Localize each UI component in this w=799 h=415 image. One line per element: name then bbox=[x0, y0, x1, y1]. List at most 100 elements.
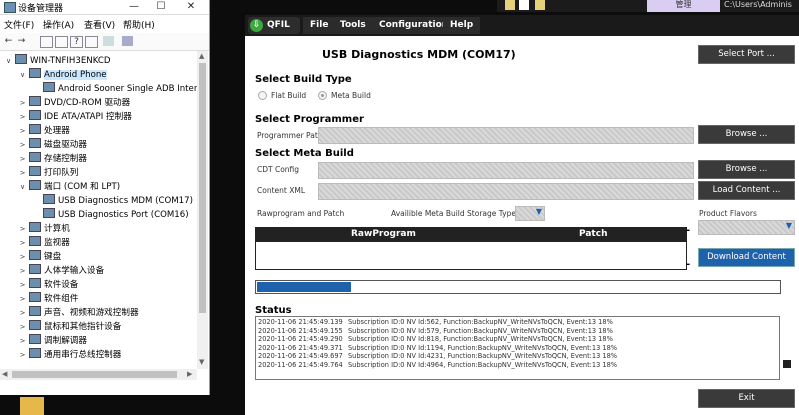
expand-toggle-icon[interactable]: ∨ bbox=[4, 54, 13, 68]
cdt-config-field[interactable] bbox=[318, 162, 694, 179]
storage-types-dropdown[interactable]: ▼ bbox=[515, 206, 545, 221]
meta-build-radio[interactable] bbox=[318, 91, 327, 100]
expand-toggle-icon[interactable]: > bbox=[18, 152, 27, 166]
menu-tools[interactable]: Tools bbox=[333, 17, 373, 34]
expand-toggle-icon[interactable]: ∨ bbox=[18, 68, 27, 82]
tree-item[interactable]: USB Diagnostics Port (COM16) bbox=[32, 208, 189, 222]
tree-item[interactable]: > 人体学输入设备 bbox=[18, 264, 104, 278]
scroll-left-icon[interactable]: ◀ bbox=[2, 370, 7, 378]
status-log[interactable]: 2020-11-06 21:45:49.139 Subscription ID:0… bbox=[255, 316, 780, 380]
tree-item[interactable]: > 处理器 bbox=[18, 124, 70, 138]
horizontal-scrollbar[interactable]: ◀ ▶ bbox=[0, 369, 197, 380]
expand-toggle-icon[interactable]: > bbox=[18, 278, 27, 292]
expand-toggle-icon[interactable]: > bbox=[18, 250, 27, 264]
programmer-path-field[interactable] bbox=[318, 127, 694, 144]
expand-toggle-icon[interactable]: > bbox=[18, 166, 27, 180]
tree-item-label: 打印队列 bbox=[44, 168, 79, 178]
browse-cdt-button[interactable]: Browse ... bbox=[698, 160, 795, 179]
flat-build-radio[interactable] bbox=[258, 91, 267, 100]
product-flavors-dropdown[interactable]: ▼ bbox=[698, 220, 795, 235]
expand-toggle-icon[interactable]: ∨ bbox=[18, 180, 27, 194]
properties-icon[interactable] bbox=[40, 36, 53, 48]
expand-toggle-icon[interactable]: > bbox=[18, 292, 27, 306]
expand-toggle-icon[interactable]: > bbox=[18, 96, 27, 110]
scroll-thumb[interactable] bbox=[12, 371, 177, 378]
folder-icon[interactable] bbox=[505, 0, 515, 10]
tree-item[interactable]: > 存储控制器 bbox=[18, 152, 87, 166]
load-content-button[interactable]: Load Content ... bbox=[698, 181, 795, 200]
view-icon[interactable] bbox=[85, 36, 98, 48]
menu-help[interactable]: 帮助(H) bbox=[123, 18, 155, 31]
scan-hardware-icon[interactable] bbox=[122, 36, 133, 46]
tree-item-label: 磁盘驱动器 bbox=[44, 140, 87, 150]
download-content-button[interactable]: Download Content bbox=[698, 248, 795, 267]
folder-icon[interactable] bbox=[20, 397, 44, 415]
expand-toggle-icon[interactable]: > bbox=[18, 236, 27, 250]
tree-item[interactable]: ∨ 端口 (COM 和 LPT) bbox=[18, 180, 120, 194]
tree-item[interactable]: > 磁盘驱动器 bbox=[18, 138, 87, 152]
content-xml-label: Content XML bbox=[257, 186, 305, 195]
tree-item[interactable]: > 键盘 bbox=[18, 250, 61, 264]
tree-item[interactable]: > 监视器 bbox=[18, 236, 70, 250]
maximize-button[interactable]: ☐ bbox=[150, 0, 172, 14]
expand-toggle-icon[interactable]: > bbox=[18, 124, 27, 138]
log-message: Subscription ID:0 NV Id:579, Function:Ba… bbox=[348, 326, 613, 335]
list-icon[interactable] bbox=[55, 36, 68, 48]
close-button[interactable]: ✕ bbox=[180, 0, 202, 14]
help-icon[interactable]: ? bbox=[70, 36, 83, 48]
remove-dash[interactable]: - bbox=[686, 259, 690, 270]
tree-item[interactable]: > 通用串行总线控制器 bbox=[18, 348, 121, 362]
select-port-button[interactable]: Select Port ... bbox=[698, 45, 795, 64]
manage-tab[interactable]: 管理 bbox=[647, 0, 720, 12]
expand-toggle-icon[interactable]: > bbox=[18, 264, 27, 278]
scroll-up-icon[interactable]: ▲ bbox=[199, 52, 204, 60]
menu-action[interactable]: 操作(A) bbox=[43, 18, 74, 31]
tree-item[interactable]: > DVD/CD-ROM 驱动器 bbox=[18, 96, 130, 110]
tree-item[interactable]: ∨ WIN-TNFIH3ENKCD bbox=[4, 54, 111, 68]
menu-file[interactable]: File bbox=[303, 17, 336, 34]
tree-item[interactable]: Android Sooner Single ADB Interf bbox=[32, 82, 197, 96]
tree-item[interactable]: > 计算机 bbox=[18, 222, 70, 236]
tree-item[interactable]: ∨ Android Phone bbox=[18, 68, 107, 82]
menu-file[interactable]: 文件(F) bbox=[4, 18, 34, 31]
cdt-config-label: CDT Config bbox=[257, 165, 300, 174]
tree-item[interactable]: > IDE ATA/ATAPI 控制器 bbox=[18, 110, 132, 124]
tree-item[interactable]: USB Diagnostics MDM (COM17) bbox=[32, 194, 193, 208]
expand-toggle-icon[interactable]: > bbox=[18, 348, 27, 362]
vertical-scrollbar[interactable]: ▲ ▼ bbox=[197, 51, 208, 369]
menu-view[interactable]: 查看(V) bbox=[84, 18, 115, 31]
tree-item[interactable]: > 软件组件 bbox=[18, 292, 78, 306]
tree-item[interactable]: > 鼠标和其他指针设备 bbox=[18, 320, 121, 334]
scroll-down-icon[interactable]: ▼ bbox=[199, 358, 204, 366]
expand-toggle-icon[interactable]: > bbox=[18, 222, 27, 236]
folder-icon[interactable] bbox=[535, 0, 545, 10]
expand-toggle-icon[interactable]: > bbox=[18, 138, 27, 152]
expand-toggle-icon[interactable]: > bbox=[18, 334, 27, 348]
tree-item-label: 监视器 bbox=[44, 238, 70, 248]
update-driver-icon[interactable] bbox=[103, 36, 114, 46]
expand-toggle-icon[interactable]: > bbox=[18, 320, 27, 334]
tree-item-label: 通用串行总线控制器 bbox=[44, 350, 122, 360]
expand-toggle-icon[interactable]: > bbox=[18, 306, 27, 320]
check-icon[interactable] bbox=[519, 0, 529, 10]
tree-item[interactable]: > 打印队列 bbox=[18, 166, 78, 180]
expand-toggle-icon[interactable]: > bbox=[18, 110, 27, 124]
rawprogram-patch-table[interactable]: RawProgram Patch bbox=[255, 227, 687, 270]
scroll-thumb[interactable] bbox=[199, 63, 206, 313]
content-xml-field[interactable] bbox=[318, 183, 694, 200]
back-icon[interactable]: ← bbox=[3, 36, 14, 46]
minimize-button[interactable]: — bbox=[123, 0, 145, 14]
menu-help[interactable]: Help bbox=[443, 17, 481, 34]
remove-dash[interactable]: - bbox=[686, 225, 690, 236]
programmer-path-label: Programmer Path bbox=[257, 131, 323, 140]
browse-programmer-button[interactable]: Browse ... bbox=[698, 125, 795, 144]
scroll-right-icon[interactable]: ▶ bbox=[187, 370, 192, 378]
status-scroll-handle[interactable] bbox=[783, 360, 791, 368]
tree-item-label: 存储控制器 bbox=[44, 154, 87, 164]
column-patch: Patch bbox=[579, 229, 608, 239]
tree-item[interactable]: > 软件设备 bbox=[18, 278, 78, 292]
tree-item[interactable]: > 声音、视频和游戏控制器 bbox=[18, 306, 139, 320]
forward-icon[interactable]: → bbox=[16, 36, 27, 46]
tree-item[interactable]: > 调制解调器 bbox=[18, 334, 87, 348]
exit-button[interactable]: Exit bbox=[698, 389, 795, 408]
